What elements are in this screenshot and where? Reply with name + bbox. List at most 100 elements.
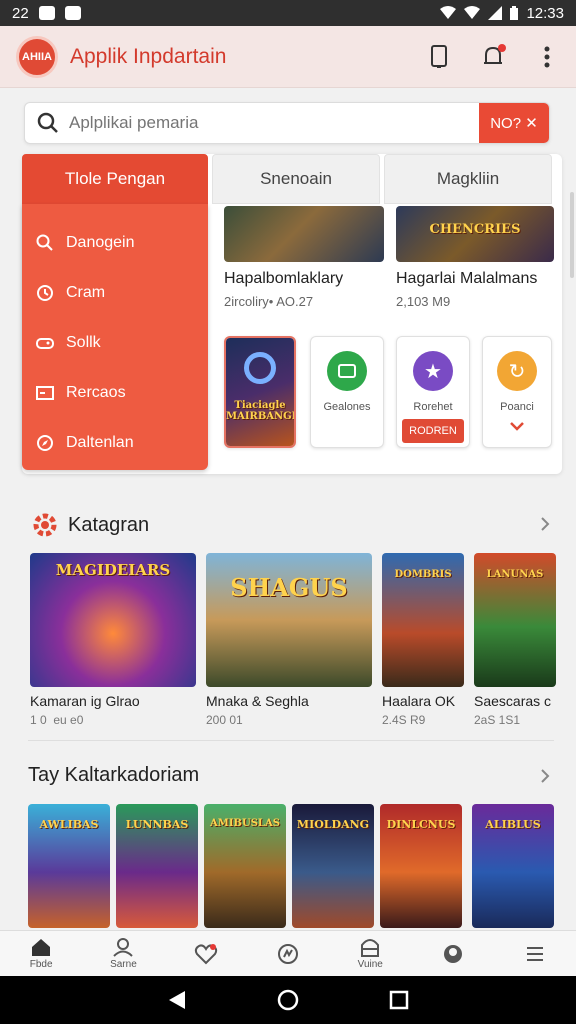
game-title: Saescaras c [474,693,552,709]
wifi-alt-icon [464,6,481,19]
scrollbar[interactable] [570,192,574,278]
menu-item-daltenlan[interactable]: Daltenlan [22,418,208,468]
game-tile[interactable]: Tiaciagle MAIRBANGIØ [224,336,296,448]
category-menu: Danogein Cram Sollk Rercaos Daltenlan [22,204,208,470]
notification-badge [498,43,506,52]
game-thumb-2: SHAGUS [206,553,372,687]
nav-bag[interactable]: Vuine [329,931,411,976]
nav-activity[interactable] [247,931,329,976]
game-title: Kamaran ig Glrao [30,693,140,709]
bag-icon [361,939,380,957]
featured-sub-1: 2ircoliry• AO.27 [224,294,314,309]
featured-card-1[interactable]: Hapalbomlaklary 2ircoliry• AO.27 [224,206,384,309]
game-card-3[interactable]: DOMBRIS Haalara OK 2.4S R9 [382,553,464,727]
heart-icon [194,943,217,964]
nav-user[interactable] [411,931,493,976]
signal-icon [488,6,503,20]
main-content: NO? ✕ Tlole Pengan Snenoain Magkliin Hap… [0,88,576,930]
tab-tlole-pengan[interactable]: Tlole Pengan [22,154,208,204]
menu-icon [526,946,543,961]
profile-icon [113,938,134,957]
game-tile-label: Tiaciagle MAIRBANGIØ [226,400,296,422]
image-icon [64,6,81,20]
notifications-button[interactable] [480,43,506,70]
game-thumb-label: AWLIBAS [39,818,99,831]
nav-menu[interactable] [494,931,576,976]
search-icon [36,234,53,251]
game-thumb-label: DOMBRIS [394,569,452,580]
game-sub: 200 01 [206,713,243,727]
featured-card-2[interactable]: CHENCRIES Hagarlai Malalmans 2,103 M9 [396,206,554,309]
chat-icon [327,351,367,391]
back-icon[interactable] [167,989,187,1011]
nav-favorites[interactable] [165,931,247,976]
game-tile-small-6[interactable]: ALIBLUS [472,804,554,928]
game-tile-small-1[interactable]: AWLIBAS [28,804,110,928]
more-vert-icon [544,46,550,67]
star-icon: ★ [413,351,453,391]
chevron-down-icon[interactable] [510,421,524,431]
status-left-text: 22 [12,4,29,22]
game-thumb-4: LANUNAS [474,553,556,687]
game-card-4[interactable]: LANUNAS Saescaras c 2aS 1S1 [474,553,556,727]
featured-badge-2: CHENCRIES [429,222,521,237]
nav-profile[interactable]: Sarne [82,931,164,976]
tab-snenoain[interactable]: Snenoain [212,154,380,204]
tile-action-button[interactable]: RODREN [402,419,464,443]
app-tile-poanci[interactable]: ↻ Poanci [482,336,552,448]
user-icon [443,944,462,963]
game-thumb-label: DINLCNUS [386,818,456,831]
menu-label: Cram [66,284,106,301]
status-bar: 22 12:33 [0,0,576,26]
game-card-2[interactable]: SHAGUS Mnaka & Seghla 200 01 [206,553,372,727]
app-bar: AHIIA Applik Inpdartain [0,26,576,88]
game-title: Mnaka & Seghla [206,693,309,709]
game-tile-small-2[interactable]: LUNNBAS [116,804,198,928]
nav-label: Sarne [110,959,137,970]
activity-icon [277,943,298,964]
tab-label: Magkliin [436,169,500,188]
game-tile-small-5[interactable]: DINLCNUS [380,804,462,928]
menu-item-rercaos[interactable]: Rercaos [22,368,208,418]
app-tile-gealones[interactable]: Gealones [310,336,384,448]
game-tile-small-4[interactable]: MIOLDANG [292,804,374,928]
game-sub: 1 0 eu e0 [30,713,84,727]
divider [28,740,554,741]
app-logo[interactable]: AHIIA [16,35,58,78]
featured-sub-2: 2,103 M9 [396,294,451,309]
tab-magkliin[interactable]: Magkliin [384,154,552,204]
search-bar: NO? ✕ [24,102,550,144]
search-button[interactable]: NO? ✕ [479,103,549,143]
home-circle-icon[interactable] [277,989,299,1011]
menu-item-cram[interactable]: Cram [22,268,208,318]
tab-label: Snenoain [260,169,332,188]
featured-thumb-1 [224,206,384,262]
logo-text: AHIIA [22,50,52,63]
game-card-1[interactable]: MAGIDEIARS Kamaran ig Glrao 1 0 eu e0 [30,553,196,727]
menu-label: Daltenlan [66,434,134,451]
section-title-2: Tay Kaltarkadoriam [28,764,199,787]
app-tile-rorehet[interactable]: ★ Rorehet RODREN [396,336,470,448]
system-navigation [0,976,576,1024]
phone-icon [431,44,447,68]
recents-icon[interactable] [389,990,409,1010]
game-thumb-label: LUNNBAS [125,818,189,831]
game-thumb-label: ALIBLUS [485,818,541,831]
card-icon [36,386,54,400]
gear-icon [33,513,57,537]
more-options-button[interactable] [534,44,560,70]
battery-icon [510,6,519,20]
phone-button[interactable] [426,44,452,70]
game-thumb-label: MIOLDANG [296,818,370,831]
search-input[interactable] [69,113,479,133]
chevron-right-icon[interactable] [540,768,550,784]
menu-item-sollk[interactable]: Sollk [22,318,208,368]
tab-label: Tlole Pengan [64,169,166,188]
menu-item-danogein[interactable]: Danogein [22,218,208,268]
chevron-right-icon[interactable] [540,516,550,532]
game-thumb-1: MAGIDEIARS [30,553,196,687]
app-title: Applik Inpdartain [70,44,227,68]
nav-home[interactable]: Fbde [0,931,82,976]
game-tile-small-3[interactable]: AMIBUSLAS [204,804,286,928]
game-thumb-label: AMIBUSLAS [210,818,280,829]
